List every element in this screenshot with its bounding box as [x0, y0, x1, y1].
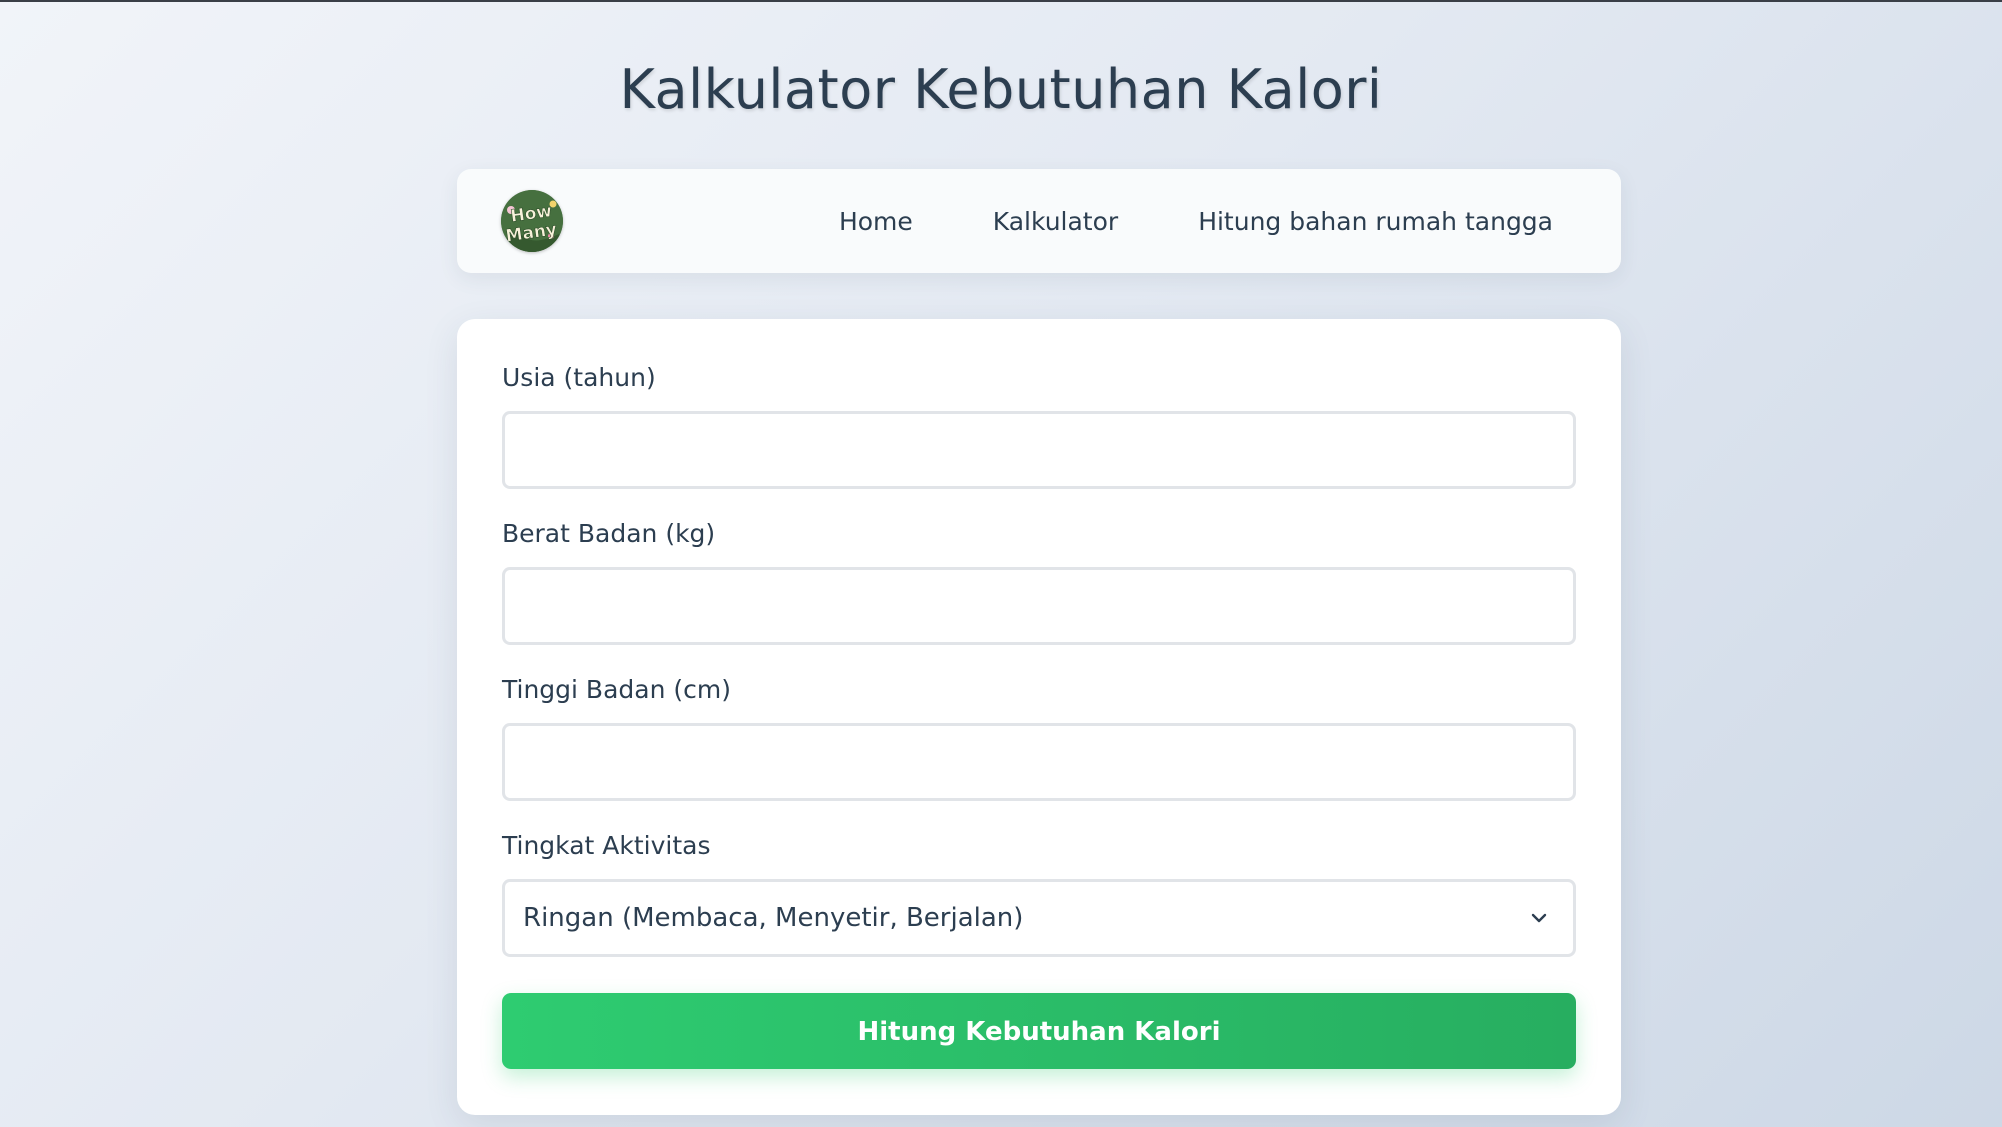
height-label: Tinggi Badan (cm): [502, 675, 731, 704]
page-title: Kalkulator Kebutuhan Kalori: [619, 58, 1383, 121]
chevron-down-icon: [1531, 913, 1547, 923]
calculate-button[interactable]: Hitung Kebutuhan Kalori: [502, 993, 1576, 1069]
nav-link-hitung-bahan[interactable]: Hitung bahan rumah tangga: [1198, 207, 1553, 236]
age-label: Usia (tahun): [502, 363, 656, 392]
weight-label: Berat Badan (kg): [502, 519, 716, 548]
age-input[interactable]: [502, 411, 1576, 489]
logo-graphic: How Many: [501, 190, 563, 252]
nav-link-home[interactable]: Home: [839, 207, 913, 236]
height-input[interactable]: [502, 723, 1576, 801]
activity-select[interactable]: Ringan (Membaca, Menyetir, Berjalan): [502, 879, 1576, 957]
nav-links: Home Kalkulator Hitung bahan rumah tangg…: [839, 169, 1553, 273]
activity-label: Tingkat Aktivitas: [502, 831, 711, 860]
navbar: How Many Home Kalkulator Hitung bahan ru…: [457, 169, 1621, 273]
nav-link-kalkulator[interactable]: Kalkulator: [993, 207, 1118, 236]
weight-input[interactable]: [502, 567, 1576, 645]
activity-selected-value: Ringan (Membaca, Menyetir, Berjalan): [523, 903, 1024, 933]
calorie-form: Usia (tahun) Berat Badan (kg) Tinggi Bad…: [457, 319, 1621, 1115]
how-many-logo[interactable]: How Many: [501, 190, 563, 252]
